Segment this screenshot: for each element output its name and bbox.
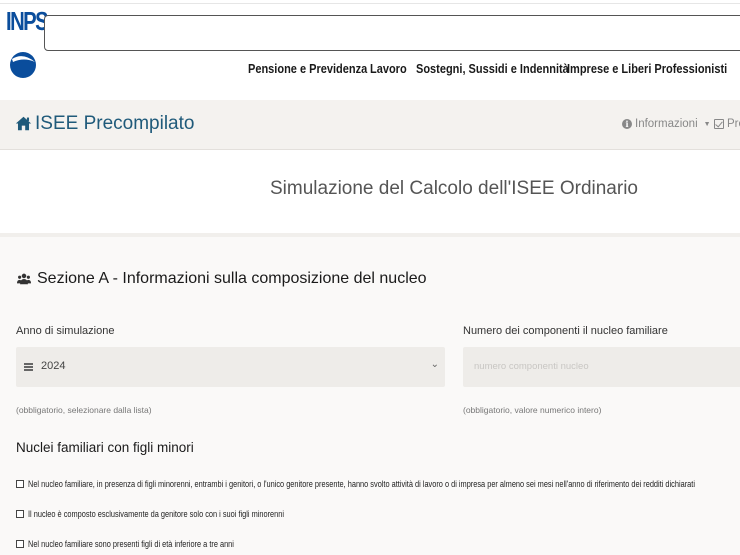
app-bar: ISEE Precompilato i Informazioni ▼ Pre	[0, 100, 740, 150]
year-select[interactable]: 2024 ⌄	[16, 347, 445, 387]
site-header: INPS Pensione e Previdenza Lavoro Sosteg…	[0, 0, 740, 92]
checkbox-row-figli-tre-anni[interactable]: Nel nucleo familiare sono presenti figli…	[16, 539, 279, 549]
members-placeholder: numero componenti nucleo	[474, 361, 589, 372]
app-title[interactable]: ISEE Precompilato	[35, 113, 194, 135]
nav-lavoro[interactable]: Lavoro	[370, 62, 407, 76]
checkbox-row-lavoro[interactable]: Nel nucleo familiare, in presenza di fig…	[16, 479, 740, 489]
checkbox-figli-tre-anni-label: Nel nucleo familiare sono presenti figli…	[28, 539, 234, 549]
checkbox-row-genitore-solo[interactable]: Il nucleo è composto esclusivamente da g…	[16, 509, 340, 519]
checkbox-lavoro[interactable]	[16, 480, 24, 488]
checkbox-genitore-solo-label: Il nucleo è composto esclusivamente da g…	[28, 509, 284, 519]
chevron-down-icon: ⌄	[430, 359, 439, 370]
caret-down-icon: ▼	[703, 120, 711, 128]
page-title: Simulazione del Calcolo dell'ISEE Ordina…	[270, 178, 638, 199]
nav-pensione[interactable]: Pensione e Previdenza	[248, 62, 367, 76]
members-label: Numero dei componenti il nucleo familiar…	[463, 325, 668, 337]
logo-mark-icon	[10, 52, 36, 78]
header-divider	[0, 3, 740, 4]
nav-sostegni[interactable]: Sostegni, Sussidi e Indennità	[416, 62, 569, 76]
menu-pre[interactable]: Pre	[714, 118, 740, 130]
section-header: Sezione A - Informazioni sulla composizi…	[17, 270, 427, 288]
members-input[interactable]: numero componenti nucleo	[463, 347, 740, 387]
main-nav: Pensione e Previdenza Lavoro Sostegni, S…	[248, 62, 727, 76]
inps-logo[interactable]: INPS	[6, 6, 49, 82]
checkbox-figli-tre-anni[interactable]	[16, 540, 24, 548]
subheading-nuclei: Nuclei familiari con figli minori	[16, 440, 194, 455]
home-icon[interactable]	[15, 115, 32, 132]
info-icon: i	[622, 119, 632, 129]
list-icon	[24, 363, 33, 371]
search-input[interactable]	[44, 15, 740, 51]
menu-informazioni[interactable]: i Informazioni ▼	[622, 118, 711, 130]
logo-text: INPS	[6, 6, 49, 36]
year-help: (obbligatorio, selezionare dalla lista)	[16, 405, 152, 415]
year-label: Anno di simulazione	[16, 325, 115, 337]
checkbox-genitore-solo[interactable]	[16, 510, 24, 518]
nav-imprese[interactable]: Imprese e Liberi Professionisti	[567, 62, 727, 76]
checkbox-icon	[714, 119, 724, 129]
members-help: (obbligatorio, valore numerico intero)	[463, 405, 602, 415]
menu-informazioni-label: Informazioni	[635, 118, 698, 130]
year-select-value: 2024	[41, 360, 66, 372]
section-title: Sezione A - Informazioni sulla composizi…	[37, 270, 427, 287]
section-a: Sezione A - Informazioni sulla composizi…	[0, 233, 740, 555]
users-icon	[17, 273, 31, 285]
checkbox-lavoro-label: Nel nucleo familiare, in presenza di fig…	[28, 479, 695, 489]
menu-pre-label: Pre	[727, 118, 740, 130]
